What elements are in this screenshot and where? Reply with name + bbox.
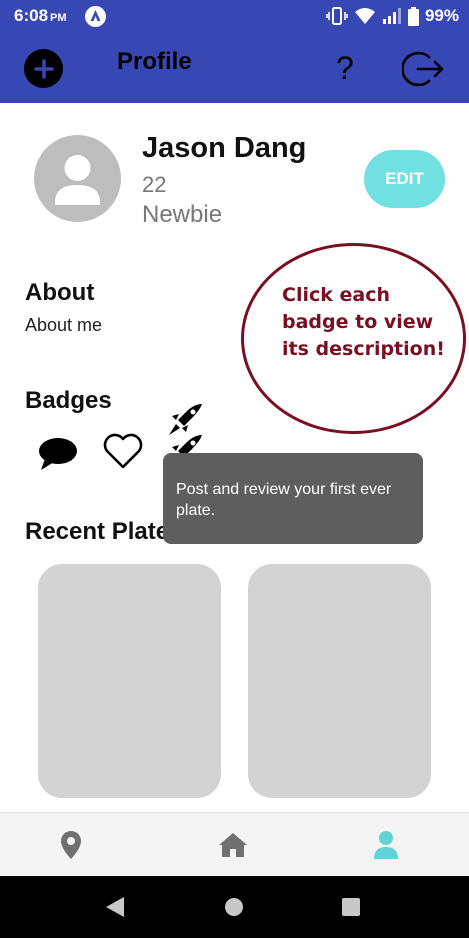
nav-profile-tab[interactable] [371,830,401,860]
tooltip-text: Post and review your first ever plate. [176,481,392,519]
plate-card[interactable] [38,564,221,798]
system-navigation-bar [0,876,469,938]
status-time: 6:08 PM [14,6,67,26]
badge-tip-callout: Click each badge to view its description… [241,243,466,434]
profile-icon [374,831,398,859]
logout-icon [401,51,444,87]
battery-icon [407,6,419,26]
about-heading: About [25,279,95,306]
about-text: About me [25,315,103,335]
vibrate-icon [326,7,348,25]
battery-percentage: 99% [424,6,459,25]
badge-description-tooltip: Post and review your first ever plate. [163,453,423,544]
home-icon [219,833,247,857]
badge-tip-text: Click each badge to view its description… [282,284,445,360]
recents-icon[interactable] [340,896,362,918]
notification-app-icon [85,6,106,27]
chat-bubble-icon [39,438,77,470]
status-bar: 6:08 PM 99% [0,0,469,31]
badges-heading: Badges [25,387,112,414]
user-silhouette-icon [55,155,100,205]
bottom-nav [0,812,469,876]
edit-profile-button[interactable]: EDIT [364,150,445,208]
status-time-ampm: PM [50,12,67,24]
page-title: Profile [117,48,192,75]
nav-map-tab[interactable] [56,830,86,860]
user-rank: Newbie [142,201,223,228]
recent-plates-heading: Recent Plates [25,518,183,545]
heart-icon [103,433,143,469]
add-button[interactable] [24,49,63,88]
map-pin-icon [61,831,81,859]
home-circle-icon[interactable] [223,896,245,918]
logout-button[interactable] [401,48,444,90]
plate-card[interactable] [248,564,431,798]
badge-heart[interactable] [102,432,144,470]
back-icon[interactable] [104,896,126,918]
plus-icon [33,58,54,79]
status-time-value: 6:08 [14,6,49,25]
status-indicators: 99% [326,5,459,27]
badge-chat[interactable] [37,435,79,473]
help-button[interactable]: ? [336,49,354,87]
signal-icon [382,8,401,24]
user-age: 22 [142,172,167,197]
user-name: Jason Dang [142,132,307,164]
avatar [34,135,121,222]
nav-home-tab[interactable] [218,830,248,860]
wifi-icon [354,8,375,24]
app-bar: Profile ? [0,31,469,103]
